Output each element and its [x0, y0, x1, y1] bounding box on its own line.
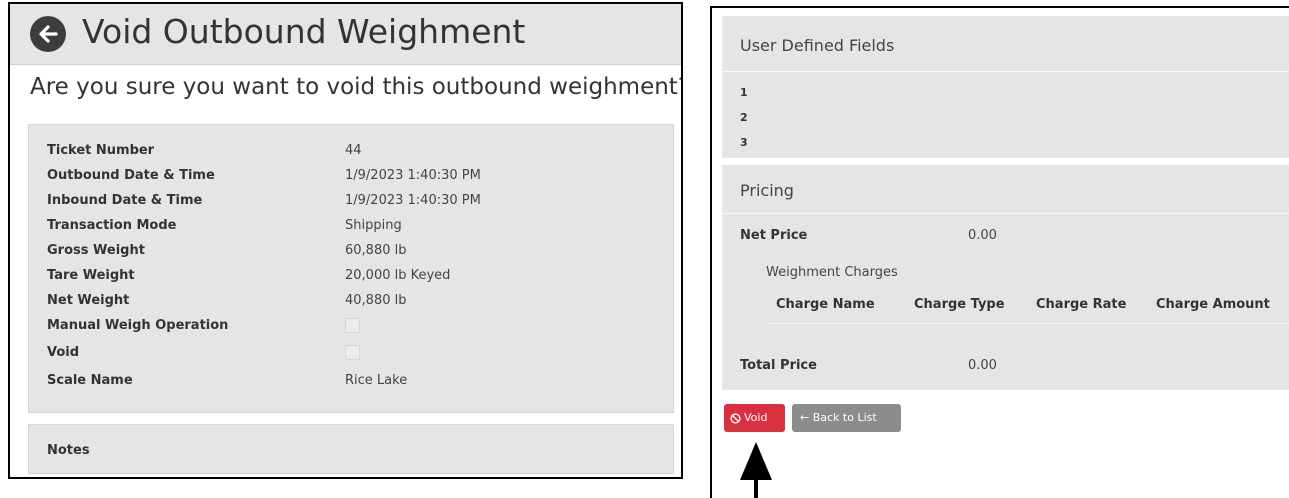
void-button[interactable]: Void [724, 404, 785, 432]
charges-table-divider [766, 323, 1289, 324]
manual-weigh-checkbox [345, 318, 360, 333]
void-weighment-panel: Void Outbound Weighment Are you sure you… [8, 2, 683, 479]
void-weighment-panel-continued: User Defined Fields 1 2 3 Pricing Net Pr… [710, 6, 1289, 498]
divider [722, 71, 1289, 72]
pricing-section: Pricing Net Price 0.00 Weighment Charges… [722, 165, 1289, 390]
udf-header: User Defined Fields [740, 36, 895, 55]
weighment-charges-label: Weighment Charges [766, 265, 898, 280]
detail-value [345, 345, 645, 360]
user-defined-fields-section: User Defined Fields 1 2 3 [722, 16, 1289, 158]
page-title: Void Outbound Weighment [82, 12, 526, 51]
net-price-value: 0.00 [968, 228, 997, 243]
back-to-list-button[interactable]: ← Back to List [792, 404, 901, 432]
detail-value [345, 318, 645, 333]
udf-item: 1 [740, 86, 748, 99]
detail-value: Shipping [345, 218, 402, 233]
column-header-charge-rate: Charge Rate [1036, 297, 1127, 312]
detail-label: Inbound Date & Time [47, 193, 203, 208]
detail-label: Ticket Number [47, 143, 155, 158]
detail-value: Rice Lake [345, 373, 408, 388]
pointer-arrow-icon [740, 442, 772, 498]
void-button-label: Void [744, 411, 768, 424]
detail-value: 1/9/2023 1:40:30 PM [345, 168, 481, 183]
total-price-value: 0.00 [968, 358, 997, 373]
udf-item: 3 [740, 136, 748, 149]
net-price-label: Net Price [740, 228, 808, 243]
detail-label: Gross Weight [47, 243, 145, 258]
column-header-charge-type: Charge Type [914, 297, 1005, 312]
column-header-charge-name: Charge Name [776, 297, 875, 312]
detail-value: 44 [345, 143, 362, 158]
detail-value: 40,880 lb [345, 293, 407, 308]
detail-value: 1/9/2023 1:40:30 PM [345, 193, 481, 208]
divider [722, 213, 1289, 214]
ban-icon [730, 412, 741, 424]
notes-section: Notes [28, 424, 674, 474]
detail-label: Void [47, 345, 80, 360]
detail-value: 20,000 lb Keyed [345, 268, 451, 283]
detail-label: Scale Name [47, 373, 133, 388]
udf-item: 2 [740, 111, 748, 124]
notes-label: Notes [47, 443, 90, 458]
weighment-details: Ticket Number 44 Outbound Date & Time 1/… [28, 124, 674, 413]
back-arrow-icon[interactable] [30, 16, 66, 52]
confirmation-question: Are you sure you want to void this outbo… [30, 74, 683, 100]
detail-value: 60,880 lb [345, 243, 407, 258]
title-bar: Void Outbound Weighment [10, 4, 681, 65]
detail-label: Outbound Date & Time [47, 168, 215, 183]
total-price-label: Total Price [740, 358, 817, 373]
column-header-charge-amount: Charge Amount [1156, 297, 1270, 312]
detail-label: Net Weight [47, 293, 130, 308]
detail-label: Tare Weight [47, 268, 135, 283]
pricing-header: Pricing [740, 181, 794, 200]
detail-label: Manual Weigh Operation [47, 318, 229, 333]
detail-label: Transaction Mode [47, 218, 177, 233]
void-checkbox [345, 345, 360, 360]
